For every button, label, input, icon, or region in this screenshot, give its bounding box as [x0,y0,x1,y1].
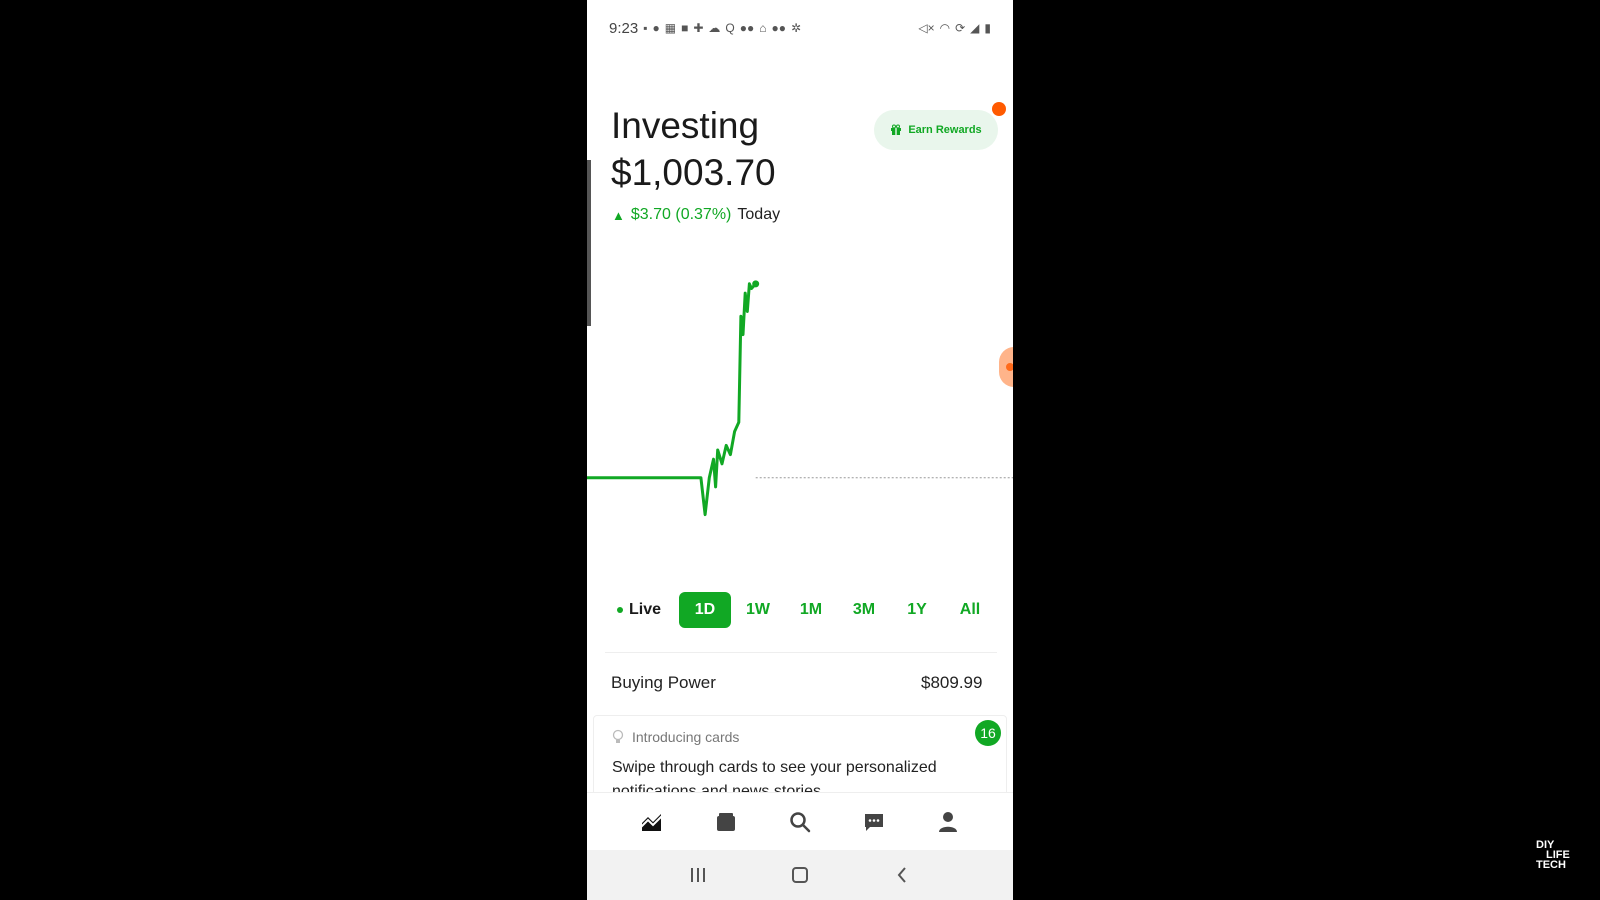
home-button[interactable] [785,860,815,890]
system-nav-bar [587,850,1013,900]
wifi-icon: ◠ [939,21,951,35]
tab-portfolio[interactable] [632,802,672,842]
account-icon: ● [652,21,660,35]
page-title: Investing [611,105,760,146]
recent-apps-icon [691,868,705,882]
portfolio-balance: $1,003.70 [611,152,776,193]
live-label: Live [629,601,662,618]
change-period: Today [737,206,781,223]
earn-rewards-button[interactable]: Earn Rewards [874,110,998,150]
battery-icon: ▮ [984,21,991,35]
divider [605,652,997,653]
tab-wallet[interactable] [706,802,746,842]
back-chevron-icon [897,867,906,883]
time-range-selector: Live 1D 1W 1M 3M 1Y All [603,592,1003,628]
status-bar: 9:23 ▪ ● ▦ ■ ✚ ☁ Q ●● ⌂ ●● ✲ ◁× ◠ ⟳ ◢ ▮ [587,14,1013,42]
cloud-icon: ☁ [708,21,721,35]
buying-power-label[interactable]: Buying Power [611,673,716,693]
live-dot-icon [617,607,623,613]
profile-icon [939,811,957,832]
calendar-icon: ▦ [664,21,677,35]
card-count-badge: 16 [975,720,1001,746]
change-amount: $3.70 (0.37%) [630,206,732,223]
range-1w-button[interactable]: 1W [732,592,784,628]
wallet-icon [717,812,735,831]
dots-icon: ●● [771,21,786,35]
signal-icon: ◢ [970,21,980,35]
search-icon [790,811,811,832]
earn-rewards-label: Earn Rewards [908,124,982,136]
status-time: 9:23 [609,19,639,37]
recent-apps-button[interactable] [683,860,713,890]
status-right: ◁× ◠ ⟳ ◢ ▮ [918,21,991,35]
message-icon: ▪ [643,21,648,35]
video-icon: ■ [681,21,689,35]
tab-search[interactable] [780,802,820,842]
back-button[interactable] [887,860,917,890]
status-left: 9:23 ▪ ● ▦ ■ ✚ ☁ Q ●● ⌂ ●● ✲ [609,20,801,37]
up-arrow-icon: ▲ [612,207,625,223]
tab-messages[interactable] [854,802,894,842]
range-1d-button[interactable]: 1D [679,592,731,628]
plus-grid-icon: ✚ [693,21,704,35]
current-point [752,280,760,288]
series-line [587,282,757,517]
buying-power-value[interactable]: $809.99 [921,673,982,693]
range-all-button[interactable]: All [944,592,996,628]
range-1m-button[interactable]: 1M [785,592,837,628]
daily-change: ▲ $3.70 (0.37%) Today [612,206,780,224]
channel-watermark: DIY LIFE TECH [1536,840,1578,871]
sync-icon: ⟳ [955,21,966,35]
messages-icon [865,813,883,831]
mute-icon: ◁× [918,21,935,35]
tab-profile[interactable] [928,802,968,842]
settings-icon: ✲ [790,21,802,35]
live-indicator[interactable]: Live [603,601,679,619]
dots-icon: ●● [739,21,755,35]
card-heading: Introducing cards [632,729,740,745]
phone-screen: 9:23 ▪ ● ▦ ■ ✚ ☁ Q ●● ⌂ ●● ✲ ◁× ◠ ⟳ ◢ ▮ … [587,0,1013,900]
portfolio-icon [640,813,663,831]
search-q-icon: Q [725,21,735,35]
lightbulb-icon [612,729,624,743]
home-icon: ⌂ [759,21,767,35]
gift-icon [891,124,902,135]
portfolio-chart [587,280,1013,517]
home-square-icon [792,867,808,883]
bottom-tab-bar [587,792,1013,850]
range-1y-button[interactable]: 1Y [891,592,943,628]
notification-dot [992,102,1006,116]
range-3m-button[interactable]: 3M [838,592,890,628]
card-header: Introducing cards [612,729,739,745]
watermark-line: TECH [1536,859,1566,871]
